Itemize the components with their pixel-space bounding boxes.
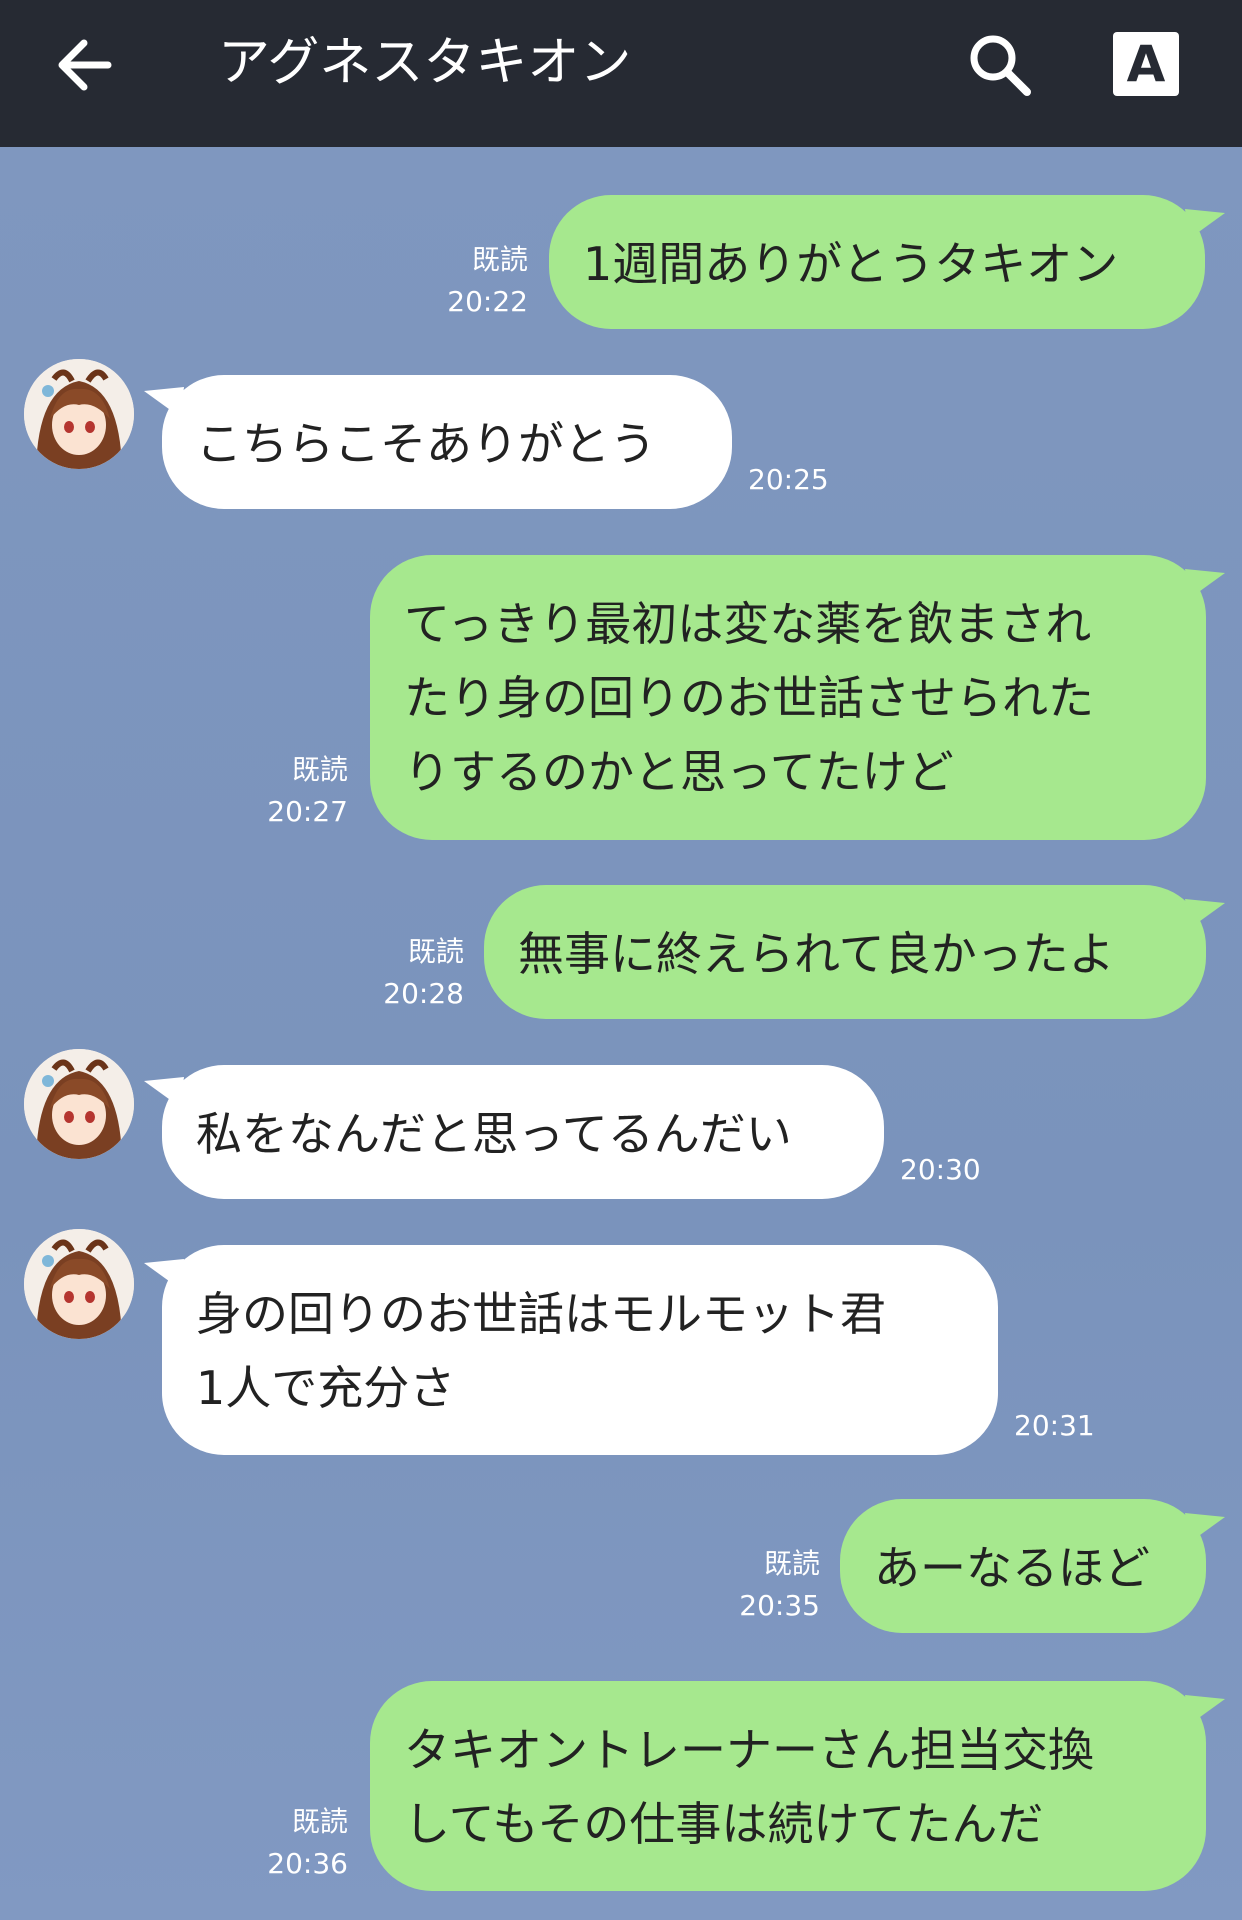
read-status: 既読: [291, 753, 348, 786]
message-time: 20:35: [739, 1589, 820, 1622]
message-text: こちらこそありがとう: [196, 417, 656, 471]
message-bubble[interactable]: 身の回りのお世話はモルモット君 1人で充分さ: [162, 1245, 998, 1455]
message-text: たり身の回りのお世話させられた: [404, 671, 1094, 725]
message-text: 私をなんだと思ってるんだい: [196, 1107, 792, 1161]
back-arrow-icon[interactable]: [50, 30, 120, 100]
message-bubble[interactable]: タキオントレーナーさん担当交換 してもその仕事は続けてたんだ: [370, 1681, 1206, 1891]
message-time: 20:28: [383, 977, 464, 1010]
read-status: 既読: [407, 935, 464, 968]
search-icon[interactable]: [965, 30, 1035, 100]
read-status: 既読: [763, 1547, 820, 1580]
message-meta: 既読 20:22: [420, 239, 528, 323]
avatar[interactable]: [24, 359, 134, 469]
message-time: 20:36: [267, 1847, 348, 1880]
message-text: 身の回りのお世話はモルモット君: [196, 1287, 886, 1341]
avatar-image: [24, 359, 134, 469]
message-bubble[interactable]: あーなるほど: [840, 1499, 1206, 1633]
bubble-tail: [1185, 1695, 1225, 1725]
message-text: あーなるほど: [874, 1541, 1150, 1595]
message-text: 1人で充分さ: [196, 1361, 456, 1415]
font-size-icon[interactable]: A: [1113, 32, 1179, 96]
avatar[interactable]: [24, 1049, 134, 1159]
message-text: タキオントレーナーさん担当交換: [404, 1723, 1094, 1777]
message-meta: 既読 20:28: [356, 931, 464, 1015]
chat-header: アグネスタキオン A: [0, 0, 1242, 147]
message-text: 無事に終えられて良かったよ: [518, 927, 1115, 981]
message-bubble[interactable]: こちらこそありがとう: [162, 375, 732, 509]
message-bubble[interactable]: 私をなんだと思ってるんだい: [162, 1065, 884, 1199]
message-meta: 既読 20:35: [712, 1543, 820, 1627]
message-meta: 既読 20:36: [240, 1801, 348, 1885]
message-text: りするのかと思ってたけど: [404, 745, 954, 799]
chat-area[interactable]: 既読 20:22 1週間ありがとうタキオン こちらこそありがとう 20:25 既…: [0, 147, 1242, 1920]
message-time: 20:30: [900, 1153, 981, 1186]
avatar[interactable]: [24, 1229, 134, 1339]
message-text: てっきり最初は変な薬を飲まされ: [404, 597, 1092, 651]
message-text: 1週間ありがとうタキオン: [583, 237, 1119, 291]
read-status: 既読: [471, 243, 528, 276]
chat-title: アグネスタキオン: [218, 33, 632, 93]
read-status: 既読: [291, 1805, 348, 1838]
message-bubble[interactable]: 1週間ありがとうタキオン: [549, 195, 1205, 329]
message-time: 20:27: [267, 795, 348, 828]
message-time: 20:25: [748, 463, 829, 496]
bubble-tail: [1185, 1513, 1225, 1543]
message-text: してもその仕事は続けてたんだ: [404, 1797, 1044, 1851]
bubble-tail: [1185, 569, 1225, 599]
message-bubble[interactable]: てっきり最初は変な薬を飲まされ たり身の回りのお世話させられた りするのかと思っ…: [370, 555, 1206, 840]
bubble-tail: [1185, 209, 1225, 239]
avatar-image: [24, 1229, 134, 1339]
avatar-image: [24, 1049, 134, 1159]
message-time: 20:22: [447, 285, 528, 318]
message-meta: 既読 20:27: [240, 749, 348, 833]
message-bubble[interactable]: 無事に終えられて良かったよ: [484, 885, 1206, 1019]
message-time: 20:31: [1014, 1409, 1095, 1442]
bubble-tail: [1185, 899, 1225, 929]
